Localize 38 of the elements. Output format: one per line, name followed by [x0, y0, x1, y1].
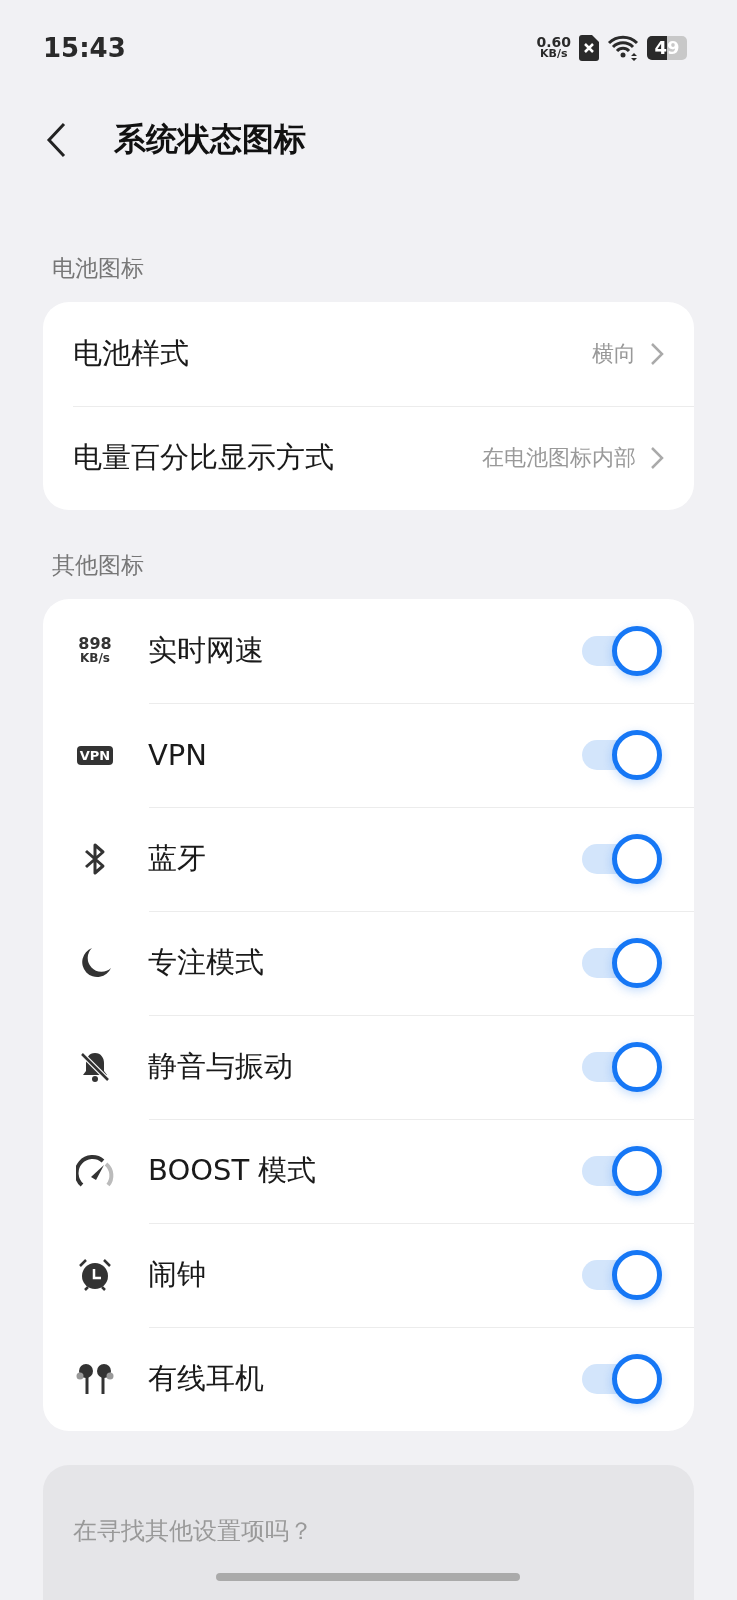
toggle-switch[interactable]: [582, 937, 664, 989]
setting-label: 有线耳机: [148, 1360, 265, 1397]
setting-label: 静音与振动: [148, 1048, 294, 1085]
setting-label: 专注模式: [148, 944, 265, 981]
setting-label: BOOST 模式: [148, 1152, 318, 1189]
toggle-switch[interactable]: [582, 1041, 664, 1093]
toggle-switch[interactable]: [582, 1249, 664, 1301]
setting-label: 实时网速: [148, 632, 265, 669]
toggle-switch[interactable]: [582, 1145, 664, 1197]
toggle-switch[interactable]: [582, 729, 664, 781]
toggle-switch[interactable]: [582, 625, 664, 677]
setting-value: 横向: [592, 340, 636, 368]
vpn-icon: VPN: [76, 745, 114, 765]
bluetooth-icon: [84, 842, 106, 876]
wifi-icon: [607, 34, 639, 61]
setting-label: 闹钟: [148, 1256, 207, 1293]
network-speed: 0.60 KB/s: [536, 36, 571, 59]
setting-label: VPN: [148, 738, 209, 772]
section-title: 其他图标: [51, 551, 145, 580]
chevron-right-icon: [650, 342, 664, 366]
toggle-switch[interactable]: [582, 833, 664, 885]
muted-bell-icon: [78, 1050, 112, 1084]
toggle-switch[interactable]: [582, 1353, 664, 1405]
battery-percent: 49: [654, 37, 680, 58]
gauge-icon: [76, 1154, 114, 1188]
net-speed-icon: 898 KB/s: [78, 637, 112, 665]
earbuds-icon: [75, 1362, 115, 1396]
suggestion-text: 在寻找其他设置项吗？: [73, 1517, 313, 1545]
page-title: 系统状态图标: [114, 119, 306, 160]
status-time: 15:43: [43, 32, 126, 63]
setting-label: 蓝牙: [148, 840, 207, 877]
chevron-right-icon: [650, 446, 664, 470]
setting-label: 电量百分比显示方式: [73, 439, 335, 476]
no-sim-icon: [579, 34, 599, 61]
alarm-clock-icon: [77, 1257, 113, 1293]
section-title: 电池图标: [51, 254, 145, 283]
setting-label: 电池样式: [73, 335, 190, 372]
setting-value: 在电池图标内部: [482, 444, 636, 472]
